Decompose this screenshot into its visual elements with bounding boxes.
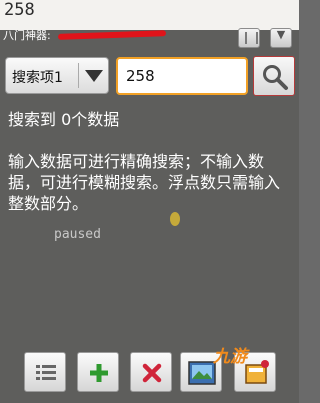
search-input[interactable] [116,57,248,95]
chevron-down-icon [85,70,103,82]
delete-button[interactable] [130,352,172,392]
add-button[interactable] [77,352,119,392]
search-button[interactable] [253,56,295,96]
collapse-button[interactable]: ▼ [270,28,292,48]
game-score-text: 258 [4,0,35,20]
menu-icon [245,32,258,44]
list-icon [36,365,56,380]
search-field-select-label: 搜索项1 [12,70,63,86]
select-divider [78,63,79,88]
collapse-icon: ▼ [276,28,286,41]
x-icon [142,363,162,383]
search-field-select[interactable]: 搜索项1 [5,57,109,94]
magnifier-icon [263,65,288,90]
search-hint-text: 输入数据可进行精确搜索；不输入数据，可进行模糊搜索。浮点数只需输入整数部分。 [8,152,281,213]
game-sprite [170,212,180,226]
plus-icon [90,364,108,382]
app-title: 八门神器: [3,29,51,42]
result-count-text: 搜索到 0个数据 [8,110,120,129]
list-button[interactable] [24,352,66,392]
paused-label: paused [54,227,101,242]
watermark-logo: 九游 [213,347,247,367]
menu-button[interactable] [238,28,260,48]
redaction-scribble [57,30,167,40]
